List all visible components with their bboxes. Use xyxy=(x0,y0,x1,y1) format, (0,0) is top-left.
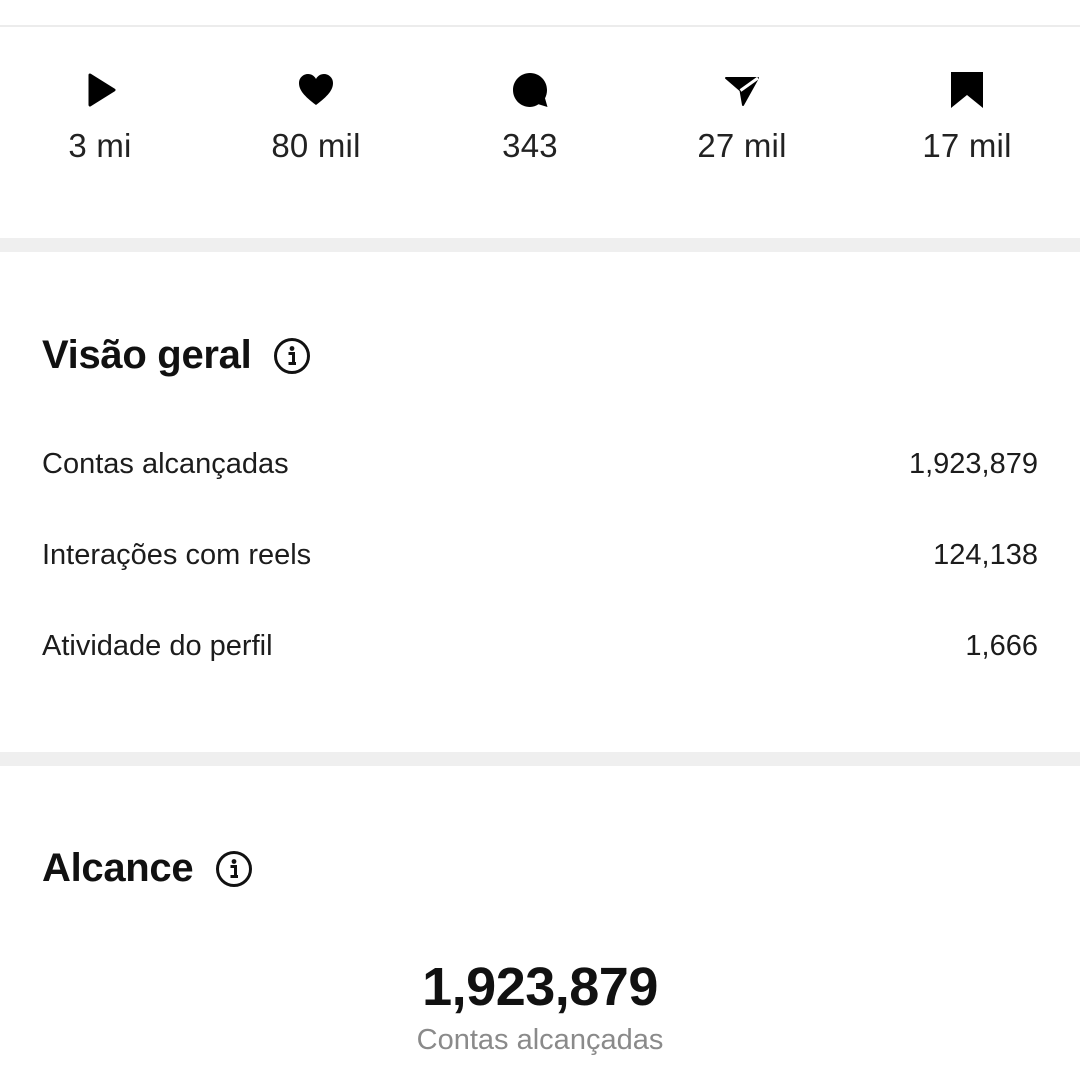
section-divider xyxy=(0,752,1080,766)
reach-total-value: 1,923,879 xyxy=(422,957,658,1017)
overview-row-label: Atividade do perfil xyxy=(42,629,273,662)
comment-icon xyxy=(510,70,550,110)
overview-row-value: 1,666 xyxy=(965,629,1038,662)
stat-plays: 3 mi xyxy=(0,70,200,164)
reach-title-text: Alcance xyxy=(42,846,194,890)
section-divider xyxy=(0,238,1080,252)
stat-shares-value: 27 mil xyxy=(697,127,787,164)
stat-comments-value: 343 xyxy=(502,127,558,164)
bookmark-icon xyxy=(947,70,987,110)
stat-likes-value: 80 mil xyxy=(271,127,361,164)
reach-total-caption: Contas alcançadas xyxy=(416,1024,664,1056)
reach-section-title: Alcance xyxy=(42,846,253,891)
reel-stats-bar: 3 mi 80 mil 343 27 mil 17 mil xyxy=(0,70,1080,190)
overview-row-label: Interações com reels xyxy=(42,538,312,571)
reel-insights-screen: 3 mi 80 mil 343 27 mil 17 mil Visão gera… xyxy=(0,0,1080,1080)
stat-shares: 27 mil xyxy=(642,70,842,164)
info-icon[interactable] xyxy=(273,337,311,375)
overview-row-label: Contas alcançadas xyxy=(42,447,289,480)
overview-row-accounts-reached: Contas alcançadas 1,923,879 xyxy=(42,444,1038,484)
stat-likes: 80 mil xyxy=(216,70,416,164)
heart-icon xyxy=(296,70,336,110)
overview-row-reel-interactions: Interações com reels 124,138 xyxy=(42,535,1038,575)
top-divider xyxy=(0,25,1080,27)
overview-row-value: 124,138 xyxy=(933,538,1038,571)
play-icon xyxy=(80,70,120,110)
stat-comments: 343 xyxy=(430,70,630,164)
info-icon[interactable] xyxy=(215,850,253,888)
send-icon xyxy=(722,70,762,110)
stat-saves: 17 mil xyxy=(867,70,1067,164)
overview-row-profile-activity: Atividade do perfil 1,666 xyxy=(42,626,1038,666)
stat-saves-value: 17 mil xyxy=(922,127,1012,164)
overview-title-text: Visão geral xyxy=(42,333,252,377)
stat-plays-value: 3 mi xyxy=(68,127,132,164)
overview-row-value: 1,923,879 xyxy=(908,447,1038,480)
overview-section-title: Visão geral xyxy=(42,333,311,378)
